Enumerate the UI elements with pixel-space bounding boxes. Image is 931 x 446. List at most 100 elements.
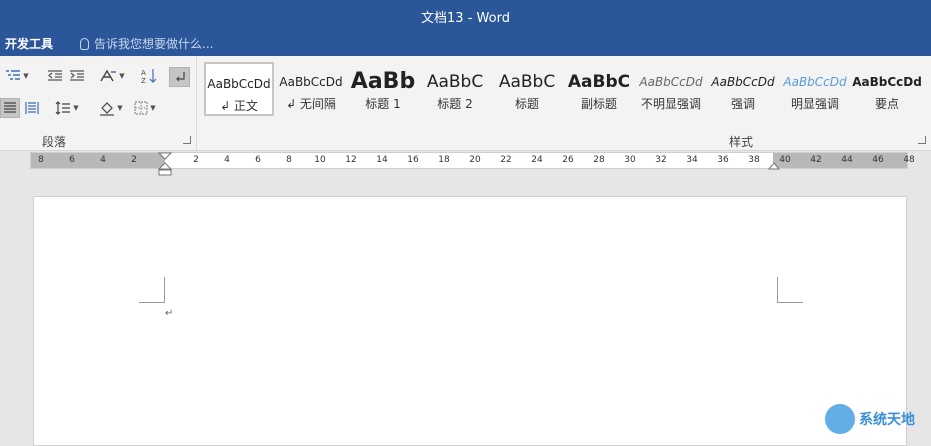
style-name: 要点 [874,97,899,111]
ruler-tick-label: 10 [314,155,326,165]
style-sample: AaBbC [567,72,631,92]
paragraph-group: ▼ ▼ AZ ▼ ▼ ▼ 段落 [0,56,197,150]
style-name: 标题 [514,97,539,111]
menu-bar: 开发工具 告诉我您想要做什么... [0,30,931,56]
horizontal-ruler[interactable]: 8 6 4 2 2 4 6 8 10 12 14 16 18 20 22 24 26 28 30 32 34 36 38 40… [30,152,915,176]
ruler-tick-label: 20 [469,155,481,165]
style-name: 强调 [730,97,755,111]
multilevel-list-button[interactable]: ▼ [2,66,32,86]
ribbon: ▼ ▼ AZ ▼ ▼ ▼ 段落 AaBbCcDd ↲ 正文 AaBbCcDd ↲… [0,56,931,151]
ruler-tick-label: 46 [872,155,884,165]
borders-button[interactable]: ▼ [130,98,160,118]
document-page[interactable]: ↵ [33,196,907,446]
style-sample: AaBb [350,69,416,94]
styles-group-label: 样式 [729,135,754,149]
watermark-text: 系统天地 [859,412,915,428]
right-indent-marker[interactable] [768,162,780,170]
watermark-logo-icon [825,404,855,434]
style-sample: AaBbCcDd [711,75,775,89]
ruler-tick-label: 8 [38,155,44,165]
style-subtitle[interactable]: AaBbC 副标题 [564,62,634,116]
margin-mark-left [139,277,165,303]
increase-indent-icon [70,70,84,81]
style-title[interactable]: AaBbC 标题 [492,62,562,116]
line-spacing-button[interactable]: ▼ [52,98,82,118]
style-name: ↲ 正文 [220,99,258,113]
justify-icon [4,102,16,113]
ruler-tick-label: 6 [255,155,261,165]
paragraph-dialog-launcher[interactable] [183,136,191,144]
sort-icon: AZ [141,69,157,84]
ruler-tick-label: 14 [376,155,388,165]
sort-button[interactable]: AZ [138,66,160,86]
title-bar: 文档13 - Word [0,0,931,30]
ruler-right-margin [773,153,907,168]
tab-developer[interactable]: 开发工具 [5,35,53,52]
distributed-icon [25,102,39,114]
style-emphasis[interactable]: AaBbCcDd 强调 [708,62,778,116]
style-name: 明显强调 [790,97,839,111]
style-subtle-emphasis[interactable]: AaBbCcDd 不明显强调 [636,62,706,116]
paragraph-group-label: 段落 [42,135,67,149]
first-line-indent-marker[interactable] [158,152,172,160]
ruler-left-margin [31,153,165,168]
hanging-indent-marker[interactable] [158,162,172,176]
paragraph-mark: ↵ [165,308,174,319]
decrease-indent-icon [48,70,62,81]
ruler-tick-label: 6 [69,155,75,165]
margin-mark-right [777,277,803,303]
lightbulb-icon [80,37,89,50]
style-name: 副标题 [580,97,617,111]
style-sample: AaBbCcDd [279,75,343,89]
ruler-tick-label: 2 [131,155,137,165]
styles-dialog-launcher[interactable] [918,136,926,144]
ruler-tick-label: 4 [100,155,106,165]
ruler-tick-label: 12 [345,155,357,165]
style-name: 标题 2 [437,97,473,111]
ruler-tick-label: 40 [779,155,791,165]
increase-indent-button[interactable] [66,66,88,86]
ruler-tick-label: 42 [810,155,822,165]
chinese-layout-button[interactable]: ▼ [96,66,128,86]
watermark: 系统天地 [825,404,915,434]
ruler-tick-label: 8 [286,155,292,165]
svg-text:A: A [141,69,146,77]
shading-button[interactable]: ▼ [96,98,126,118]
window-title: 文档13 - Word [421,11,510,26]
ruler-tick-label: 28 [593,155,605,165]
style-name: 不明显强调 [640,97,701,111]
style-sample: AaBbCcDd [207,77,271,91]
ruler-tick-label: 24 [531,155,543,165]
style-sample: AaBbCcDd [852,75,922,89]
ruler-tick-label: 16 [407,155,419,165]
ruler-tick-label: 4 [224,155,230,165]
ruler-tick-label: 36 [717,155,729,165]
chinese-layout-icon [100,69,117,82]
tell-me-box[interactable]: 告诉我您想要做什么... [80,35,213,52]
style-heading-1[interactable]: AaBb 标题 1 [348,62,418,116]
style-strong[interactable]: AaBbCcDd 要点 [852,62,922,116]
ruler-tick-label: 26 [562,155,574,165]
style-sample: AaBbCcDd [639,75,703,89]
distributed-button[interactable] [22,98,42,118]
multilevel-list-icon [6,70,21,80]
style-normal[interactable]: AaBbCcDd ↲ 正文 [204,62,274,116]
style-sample: AaBbC [498,72,556,92]
paragraph-mark-icon [175,72,185,82]
style-intense-emphasis[interactable]: AaBbCcDd 明显强调 [780,62,850,116]
ruler-tick-label: 34 [686,155,698,165]
show-paragraph-marks-button[interactable] [169,67,190,87]
tell-me-text: 告诉我您想要做什么... [94,37,214,51]
ruler-tick-label: 48 [903,155,915,165]
style-name: ↲ 无间隔 [286,97,336,111]
style-no-spacing[interactable]: AaBbCcDd ↲ 无间隔 [276,62,346,116]
justify-button[interactable] [0,98,20,118]
ruler-tick-label: 2 [193,155,199,165]
ruler-tick-label: 22 [500,155,512,165]
decrease-indent-button[interactable] [44,66,66,86]
style-name: 标题 1 [365,97,401,111]
ruler-tick-label: 38 [748,155,760,165]
paint-bucket-icon [100,102,115,116]
ruler-tick-label: 18 [438,155,450,165]
style-heading-2[interactable]: AaBbC 标题 2 [420,62,490,116]
